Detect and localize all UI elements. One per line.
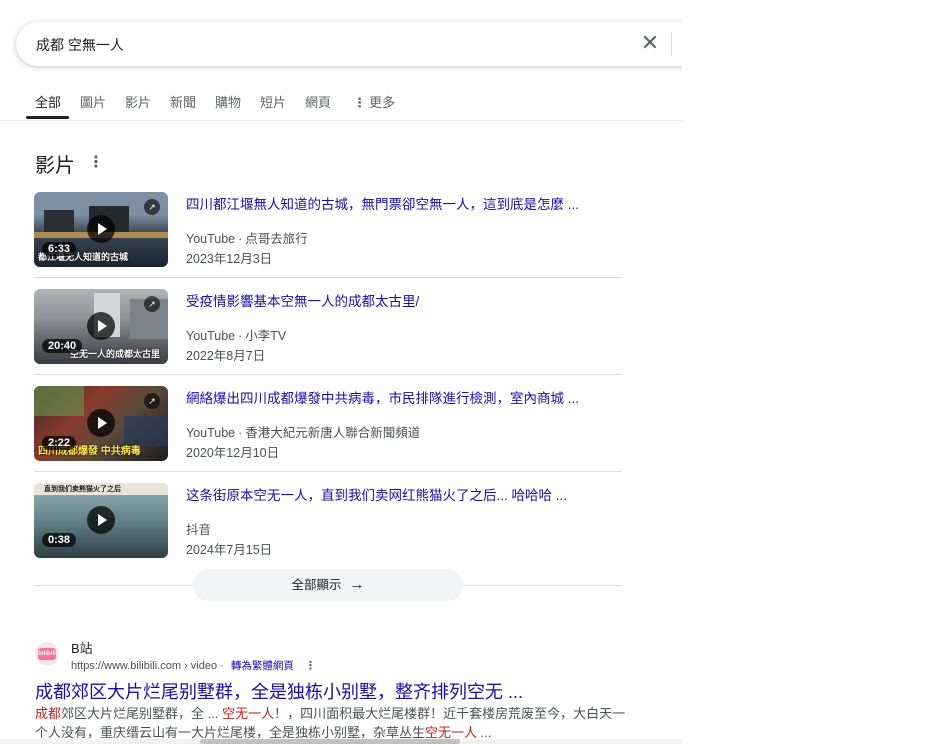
video-divider: [34, 277, 622, 278]
tab-all[interactable]: 全部: [35, 92, 61, 111]
active-tab-indicator: [26, 116, 69, 119]
tab-more[interactable]: ⋮ 更多: [353, 92, 395, 111]
tab-web[interactable]: 網頁: [305, 92, 331, 111]
video-result[interactable]: 直到我们卖熊猫火了之后 0:38 这条街原本空无一人，直到我们卖网红熊猫火了之后…: [34, 483, 622, 579]
video-channel: 点哥去旅行: [245, 232, 308, 246]
play-icon: [87, 409, 115, 437]
video-channel: 抖音: [186, 523, 212, 537]
video-date: 2022年8月7日: [186, 349, 266, 363]
videos-section-title: 影片: [35, 155, 75, 177]
horizontal-scrollbar[interactable]: [0, 739, 682, 744]
video-date: 2020年12月10日: [186, 446, 280, 460]
favicon-logo: bilibili: [38, 648, 56, 660]
search-input[interactable]: 成都 空無一人: [36, 35, 124, 55]
blank-area: [682, 0, 929, 744]
video-channel: 小李TV: [245, 329, 287, 343]
open-external-icon: ↗: [144, 199, 160, 215]
video-source: YouTube · 小李TV: [186, 325, 286, 344]
tab-more-label: 更多: [369, 95, 396, 110]
video-duration: 0:38: [42, 533, 77, 547]
video-channel: 香港大紀元新唐人聯合新聞頻道: [245, 426, 421, 440]
video-duration: 6:33: [42, 242, 77, 256]
search-box-separator: [671, 32, 672, 56]
video-title[interactable]: 網絡爆出四川成都爆發中共病毒，市民排隊進行檢測，室內商城 ...: [186, 387, 616, 407]
tabs-divider: [0, 120, 682, 121]
video-divider: [34, 374, 622, 375]
arrow-right-icon: →: [349, 576, 365, 593]
open-external-icon: ↗: [144, 393, 160, 409]
thumbnail-caption: 直到我们卖熊猫火了之后: [44, 486, 121, 493]
video-source: YouTube · 点哥去旅行: [186, 228, 308, 247]
video-source: 抖音: [186, 519, 211, 538]
scrollbar-thumb[interactable]: [200, 739, 460, 744]
play-icon: [87, 312, 115, 340]
video-source: YouTube · 香港大紀元新唐人聯合新聞頻道: [186, 422, 420, 441]
play-icon: [87, 506, 115, 534]
video-title[interactable]: 这条街原本空无一人，直到我们卖网红熊猫火了之后... 哈哈哈 ...: [186, 484, 616, 504]
result-url[interactable]: https://www.bilibili.com › video: [71, 660, 217, 672]
result-url-row: https://www.bilibili.com › video · 轉為繁體網…: [71, 658, 316, 673]
video-thumbnail[interactable]: 都江堰无人知道的古城 ↗ 6:33: [34, 192, 168, 267]
translate-link[interactable]: 轉為繁體網頁: [227, 660, 294, 672]
video-date: 2024年7月15日: [186, 543, 273, 557]
video-result[interactable]: 空无一人的成都太古里 ↗ 20:40 受疫情影響基本空無一人的成都太古里/ Yo…: [34, 289, 622, 385]
tab-shorts[interactable]: 短片: [260, 92, 286, 111]
video-divider: [34, 471, 622, 472]
video-thumbnail[interactable]: 四川成都爆發 中共病毒 ↗ 2:22: [34, 386, 168, 461]
snippet-text: ...: [477, 725, 492, 740]
show-all-label: 全部顯示: [291, 578, 342, 592]
result-site-name[interactable]: B站: [71, 638, 93, 657]
video-result[interactable]: 四川成都爆發 中共病毒 ↗ 2:22 網絡爆出四川成都爆發中共病毒，市民排隊進行…: [34, 386, 622, 482]
bilibili-favicon: bilibili: [35, 642, 59, 666]
video-title[interactable]: 受疫情影響基本空無一人的成都太古里/: [186, 290, 616, 310]
video-thumbnail[interactable]: 空无一人的成都太古里 ↗ 20:40: [34, 289, 168, 364]
search-box[interactable]: 成都 空無一人 ✕: [16, 22, 716, 66]
tab-videos[interactable]: 影片: [125, 92, 151, 111]
result-menu-icon[interactable]: ⋮: [297, 660, 316, 672]
snippet-highlight: 空无一人: [425, 725, 478, 740]
video-duration: 20:40: [42, 339, 83, 353]
thumbnail-caption: 空无一人的成都太古里: [70, 349, 161, 359]
tab-shopping[interactable]: 購物: [215, 92, 241, 111]
video-title[interactable]: 四川都江堰無人知道的古城，無門票卻空無一人，這到底是怎麼 ...: [186, 193, 616, 213]
separator-dot: ·: [238, 426, 243, 440]
snippet-text: 郊区大片烂尾别墅群，全 ...: [61, 706, 223, 721]
tab-news[interactable]: 新聞: [170, 92, 196, 111]
tab-images[interactable]: 圖片: [80, 92, 106, 111]
snippet-highlight: 空无一人: [222, 706, 275, 721]
separator-dot: ·: [220, 660, 224, 672]
open-external-icon: ↗: [144, 296, 160, 312]
separator-dot: ·: [238, 232, 243, 246]
more-vert-icon: ⋮: [353, 95, 366, 110]
video-platform: YouTube: [186, 426, 236, 440]
separator-dot: ·: [238, 329, 243, 343]
video-thumbnail[interactable]: 直到我们卖熊猫火了之后 0:38: [34, 483, 168, 558]
video-result[interactable]: 都江堰无人知道的古城 ↗ 6:33 四川都江堰無人知道的古城，無門票卻空無一人，…: [34, 192, 622, 288]
search-results-page: 成都 空無一人 ✕ 全部 圖片 影片 新聞 購物 短片 網頁 ⋮ 更多 影片 ⋮ …: [0, 0, 716, 744]
video-duration: 2:22: [42, 436, 77, 450]
show-all-button[interactable]: 全部顯示 →: [193, 569, 463, 601]
snippet-highlight: 成都: [35, 706, 62, 721]
section-menu-icon[interactable]: ⋮: [88, 152, 104, 172]
close-icon[interactable]: ✕: [638, 31, 662, 55]
result-title[interactable]: 成都郊区大片烂尾别墅群，全是独栋小别墅，整齐排列空无 ...: [35, 678, 523, 704]
video-platform: YouTube: [186, 232, 236, 246]
video-platform: YouTube: [186, 329, 236, 343]
video-date: 2023年12月3日: [186, 252, 273, 266]
result-snippet: 成都郊区大片烂尾别墅群，全 ... 空无一人！，四川面积最大烂尾楼群！近千套楼房…: [35, 704, 631, 742]
play-icon: [87, 215, 115, 243]
